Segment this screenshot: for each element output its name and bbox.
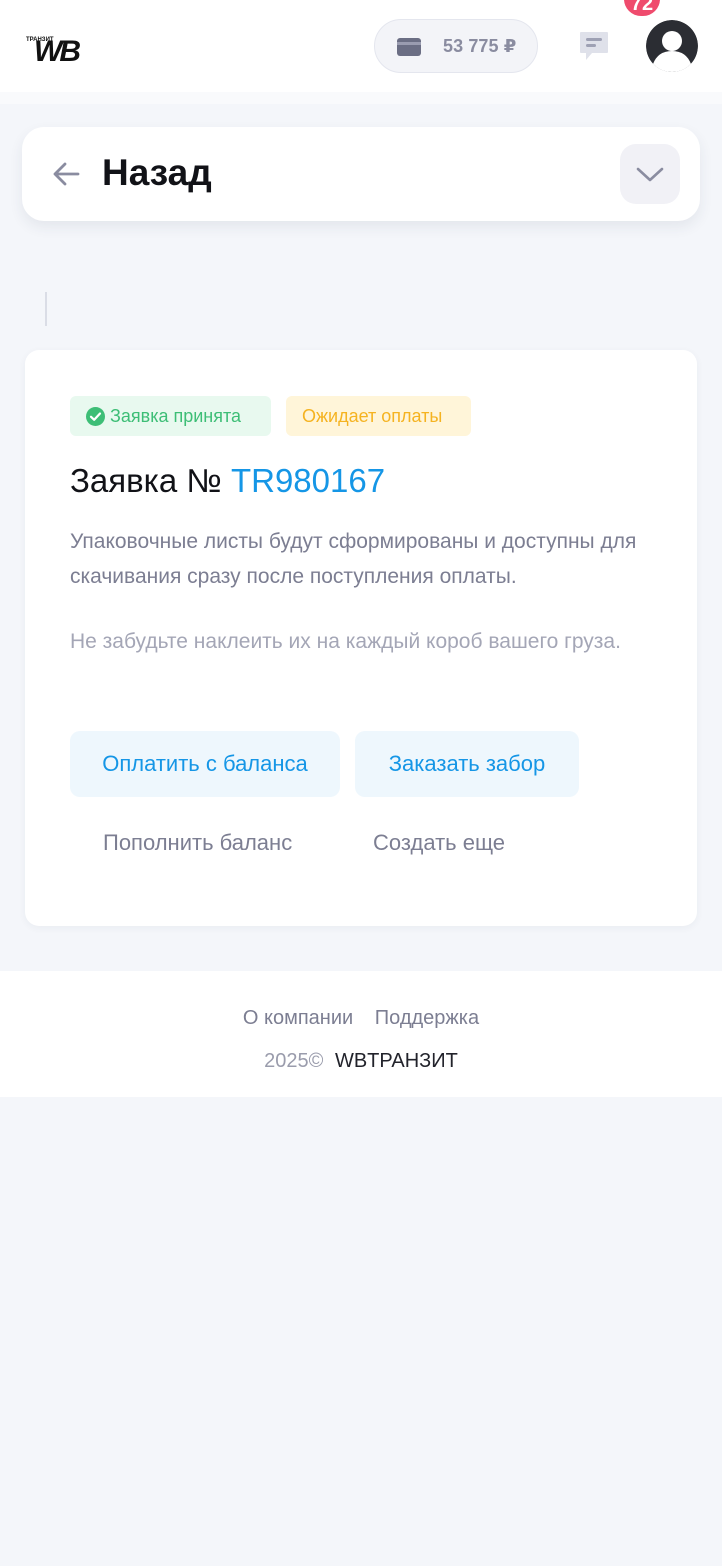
- copyright-year: 2025©: [264, 1050, 324, 1072]
- status-badge-payment: Ожидает оплаты: [286, 396, 471, 436]
- divider-line: [45, 292, 47, 326]
- balance-amount: 53 775 ₽: [443, 36, 517, 56]
- check-circle-icon: [86, 407, 105, 426]
- copyright: 2025© WBТРАНЗИТ: [0, 1050, 722, 1073]
- page: ТРАНЗИТ WB 53 775 ₽ 72 Назад Заявка прин…: [0, 0, 722, 1566]
- back-title[interactable]: Назад: [102, 152, 212, 194]
- order-description: Упаковочные листы будут сформированы и д…: [70, 530, 637, 588]
- footer-links: О компании Поддержка: [0, 1007, 722, 1030]
- status-payment-label: Ожидает оплаты: [302, 406, 443, 426]
- order-note: Не забудьте наклеить их на каждый короб …: [70, 630, 621, 653]
- order-card: Заявка принята Ожидает оплаты Заявка № T…: [25, 350, 697, 926]
- balance-pill[interactable]: 53 775 ₽: [374, 19, 538, 73]
- create-another-button[interactable]: Создать еще: [373, 830, 505, 856]
- copyright-brand: WBТРАНЗИТ: [334, 1050, 458, 1072]
- notification-badge[interactable]: 72: [624, 0, 660, 16]
- top-header: ТРАНЗИТ WB 53 775 ₽ 72: [0, 0, 722, 92]
- order-number: TR980167: [230, 462, 386, 499]
- top-up-balance-button[interactable]: Пополнить баланс: [103, 830, 292, 856]
- status-badge-accepted: Заявка принята: [70, 396, 271, 436]
- order-title-prefix: Заявка №: [70, 462, 222, 499]
- footer: О компании Поддержка 2025© WBТРАНЗИТ: [0, 971, 722, 1097]
- back-arrow-icon[interactable]: [52, 161, 80, 187]
- avatar-icon[interactable]: [646, 20, 698, 72]
- footer-link-support[interactable]: Поддержка: [375, 1007, 479, 1029]
- header-divider: [0, 92, 722, 104]
- order-pickup-button[interactable]: Заказать забор: [355, 731, 579, 797]
- footer-link-about[interactable]: О компании: [243, 1007, 353, 1029]
- pay-from-balance-button[interactable]: Оплатить с баланса: [70, 731, 340, 797]
- dropdown-button[interactable]: [620, 144, 680, 204]
- wallet-icon: [397, 38, 421, 56]
- back-bar: Назад: [22, 127, 700, 221]
- logo-main-text: WB: [34, 35, 80, 64]
- chevron-down-icon: [636, 167, 664, 182]
- logo[interactable]: ТРАНЗИТ WB: [26, 28, 92, 64]
- status-accepted-label: Заявка принята: [110, 406, 242, 426]
- order-title: Заявка № TR980167: [70, 462, 385, 500]
- chat-icon[interactable]: [578, 30, 610, 62]
